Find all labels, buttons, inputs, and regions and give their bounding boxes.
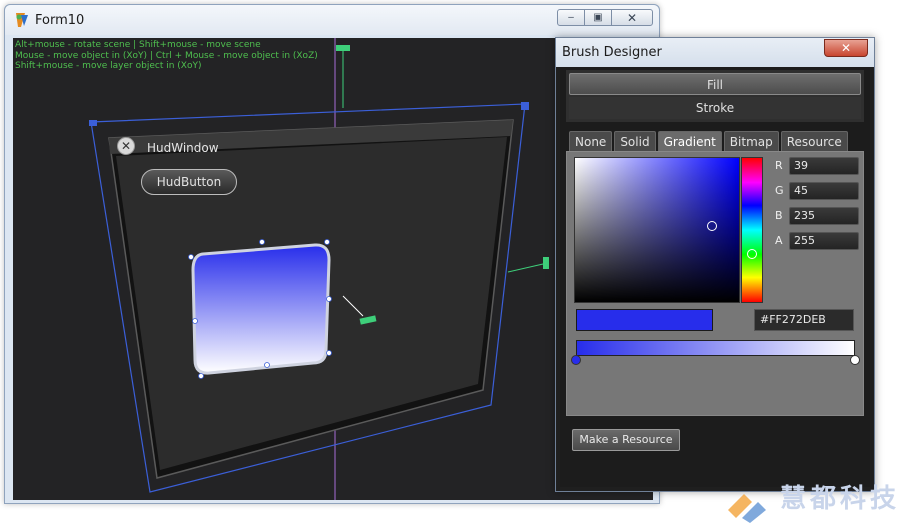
channel-label-g: G bbox=[775, 184, 784, 197]
main-title-bar[interactable]: Form10 – ▣ ✕ bbox=[5, 5, 659, 35]
close-icon: ✕ bbox=[840, 41, 852, 55]
brush-type-tabs: None Solid Gradient Bitmap Resource bbox=[569, 131, 850, 151]
x-axis-line bbox=[507, 263, 544, 273]
channel-label-r: R bbox=[775, 159, 783, 172]
channel-label-b: B bbox=[775, 209, 783, 222]
brush-close-button[interactable]: ✕ bbox=[824, 39, 868, 57]
resize-handle[interactable] bbox=[326, 350, 332, 356]
gradient-stop-start[interactable] bbox=[571, 355, 581, 365]
brush-designer-title: Brush Designer bbox=[562, 45, 662, 60]
watermark-text: 慧都科技 bbox=[780, 484, 901, 514]
fill-button[interactable]: Fill bbox=[569, 73, 861, 95]
selection-handle[interactable] bbox=[521, 102, 529, 110]
minimize-icon: – bbox=[568, 12, 574, 23]
resize-handle[interactable] bbox=[192, 318, 198, 324]
resize-handle[interactable] bbox=[324, 239, 330, 245]
minimize-button[interactable]: – bbox=[557, 9, 585, 26]
tab-solid[interactable]: Solid bbox=[614, 131, 656, 151]
channel-r-field[interactable]: 39 bbox=[789, 157, 859, 175]
tab-resource[interactable]: Resource bbox=[780, 131, 848, 151]
selection-handle[interactable] bbox=[89, 120, 97, 126]
help-line: Shift+mouse - move layer object in (XoY) bbox=[15, 61, 202, 71]
resize-handle[interactable] bbox=[264, 362, 270, 368]
help-line: Alt+mouse - rotate scene | Shift+mouse -… bbox=[15, 40, 261, 50]
y-axis-handle[interactable] bbox=[336, 45, 350, 51]
resize-handle[interactable] bbox=[326, 296, 332, 302]
tab-gradient[interactable]: Gradient bbox=[657, 131, 722, 151]
channel-a-field[interactable]: 255 bbox=[789, 232, 859, 250]
help-text: Alt+mouse - rotate scene | Shift+mouse -… bbox=[15, 40, 318, 72]
tab-none[interactable]: None bbox=[569, 131, 613, 151]
gradient-rectangle[interactable] bbox=[191, 243, 331, 375]
app-logo-icon bbox=[16, 13, 28, 27]
x-axis-handle[interactable] bbox=[543, 257, 549, 269]
close-icon: ✕ bbox=[626, 10, 638, 25]
hue-slider-thumb[interactable] bbox=[747, 249, 757, 259]
make-resource-button[interactable]: Make a Resource bbox=[572, 429, 680, 451]
window-title: Form10 bbox=[35, 13, 85, 28]
gradient-preview-bar[interactable] bbox=[576, 340, 855, 356]
channel-g-field[interactable]: 45 bbox=[789, 182, 859, 200]
help-line: Mouse - move object in (XoY) | Ctrl + Mo… bbox=[15, 50, 318, 61]
brush-designer-window: Brush Designer ✕ Fill Stroke None Solid … bbox=[555, 37, 875, 492]
maximize-icon: ▣ bbox=[593, 12, 603, 23]
close-button[interactable]: ✕ bbox=[611, 9, 653, 26]
hex-color-field[interactable]: #FF272DEB bbox=[754, 309, 854, 331]
hud-button[interactable]: HudButton bbox=[141, 169, 237, 195]
channel-b-field[interactable]: 235 bbox=[789, 207, 859, 225]
hue-slider[interactable] bbox=[741, 157, 763, 303]
caption-buttons: – ▣ ✕ bbox=[557, 9, 653, 26]
brush-designer-body: Fill Stroke None Solid Gradient Bitmap R… bbox=[560, 67, 870, 487]
channel-label-a: A bbox=[775, 234, 783, 247]
hud-window-title: HudWindow bbox=[147, 141, 219, 155]
resize-handle[interactable] bbox=[259, 239, 265, 245]
brush-designer-title-bar[interactable]: Brush Designer ✕ bbox=[556, 38, 874, 67]
resize-handle[interactable] bbox=[188, 254, 194, 260]
stroke-button[interactable]: Stroke bbox=[569, 97, 861, 119]
resize-handle[interactable] bbox=[198, 373, 204, 379]
tab-bitmap[interactable]: Bitmap bbox=[723, 131, 779, 151]
maximize-button[interactable]: ▣ bbox=[584, 9, 612, 26]
fill-stroke-selector: Fill Stroke bbox=[566, 70, 864, 122]
gradient-stop-end[interactable] bbox=[850, 355, 860, 365]
gradient-panel: R 39 G 45 B 235 A 255 #FF272DEB bbox=[566, 151, 864, 416]
hud-close-icon[interactable]: ✕ bbox=[117, 137, 135, 155]
saturation-value-picker[interactable] bbox=[574, 157, 740, 303]
color-picker-cursor[interactable] bbox=[707, 221, 717, 231]
selected-color-swatch bbox=[576, 309, 713, 331]
